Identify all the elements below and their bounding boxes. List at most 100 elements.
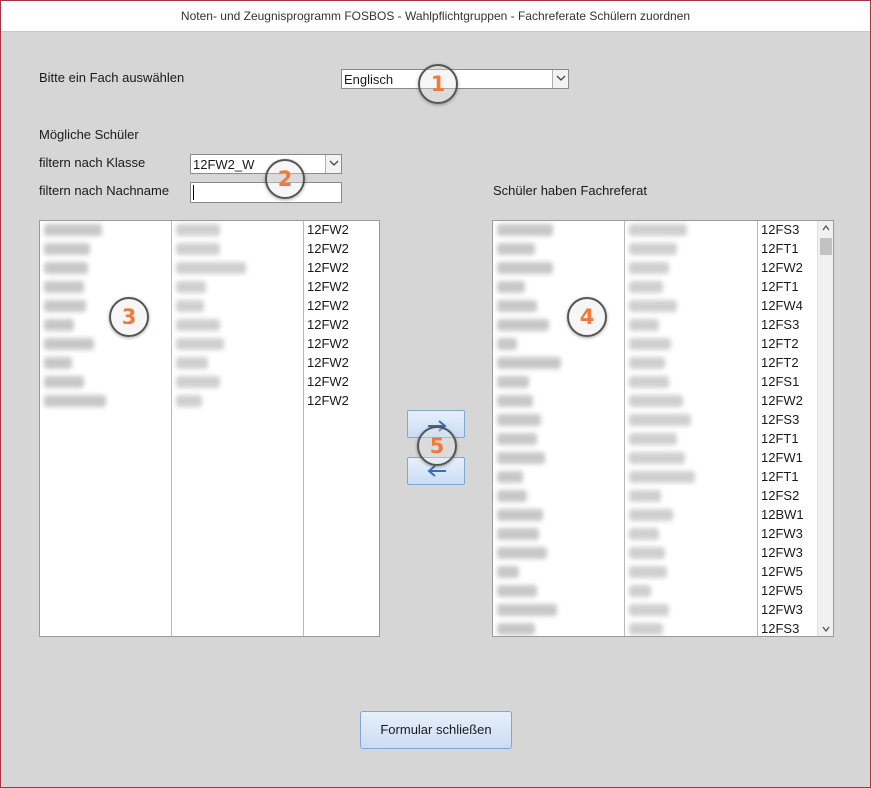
list-row[interactable]: 12FW2 [40, 316, 379, 335]
klasse-cell: 12FT2 [761, 355, 799, 370]
klasse-cell: 12FT1 [761, 469, 799, 484]
vorname-cell-redacted [629, 433, 677, 445]
klasse-cell: 12FW2 [307, 222, 349, 237]
list-row[interactable]: 12FW2 [40, 335, 379, 354]
list-row[interactable]: 12FS3 [493, 620, 833, 636]
klasse-cell: 12FW3 [761, 545, 803, 560]
vorname-cell-redacted [629, 262, 669, 274]
nachname-cell-redacted [497, 395, 533, 407]
nachname-cell-redacted [44, 262, 88, 274]
klasse-cell: 12FW2 [307, 336, 349, 351]
vorname-cell-redacted [629, 281, 663, 293]
nachname-cell-redacted [497, 604, 557, 616]
nachname-cell-redacted [497, 224, 553, 236]
nachname-cell-redacted [497, 319, 549, 331]
nachname-cell-redacted [497, 490, 527, 502]
list-row[interactable]: 12FS3 [493, 316, 833, 335]
nachname-cell-redacted [44, 357, 72, 369]
list-row[interactable]: 12FW5 [493, 563, 833, 582]
vorname-cell-redacted [629, 471, 695, 483]
list-row[interactable]: 12FW2 [493, 392, 833, 411]
vorname-cell-redacted [629, 395, 683, 407]
chevron-down-icon[interactable] [552, 70, 568, 88]
klasse-cell: 12BW1 [761, 507, 804, 522]
vorname-cell-redacted [176, 319, 220, 331]
nachname-cell-redacted [497, 528, 539, 540]
list-row[interactable]: 12FW2 [40, 392, 379, 411]
fach-select-value: Englisch [344, 72, 394, 87]
list-row[interactable]: 12FW3 [493, 525, 833, 544]
list-row[interactable]: 12FW2 [40, 278, 379, 297]
vorname-cell-redacted [629, 604, 669, 616]
chevron-down-icon[interactable] [325, 155, 341, 173]
nachname-cell-redacted [497, 585, 537, 597]
klasse-cell: 12FT1 [761, 431, 799, 446]
nachname-cell-redacted [44, 243, 90, 255]
list-row[interactable]: 12FS2 [493, 487, 833, 506]
nachname-cell-redacted [497, 414, 541, 426]
moegliche-schueler-list[interactable]: 12FW2 12FW2 12FW2 12FW2 12FW2 12FW2 12FW2 12FW2… [39, 220, 380, 637]
nachname-cell-redacted [497, 547, 547, 559]
list-row[interactable]: 12FW2 [40, 373, 379, 392]
list-row[interactable]: 12FW2 [40, 259, 379, 278]
list-row[interactable]: 12FT1 [493, 240, 833, 259]
klasse-cell: 12FW5 [761, 564, 803, 579]
nachname-cell-redacted [497, 376, 529, 388]
list-row[interactable]: 12FW1 [493, 449, 833, 468]
list-row[interactable]: 12FW3 [493, 601, 833, 620]
close-form-button[interactable]: Formular schließen [360, 711, 512, 749]
list-row[interactable]: 12FS1 [493, 373, 833, 392]
vorname-cell-redacted [629, 509, 673, 521]
vorname-cell-redacted [629, 490, 661, 502]
list-row[interactable]: 12FT1 [493, 468, 833, 487]
nachname-cell-redacted [44, 395, 106, 407]
list-row[interactable]: 12FW3 [493, 544, 833, 563]
klasse-cell: 12FW2 [307, 374, 349, 389]
list-row[interactable]: 12FW2 [40, 354, 379, 373]
klasse-cell: 12FS3 [761, 317, 800, 332]
nachname-cell-redacted [497, 452, 545, 464]
nachname-cell-redacted [497, 300, 537, 312]
list-row[interactable]: 12FW2 [40, 221, 379, 240]
vorname-cell-redacted [176, 224, 220, 236]
list-row[interactable]: 12FS3 [493, 411, 833, 430]
klasse-cell: 12FW1 [761, 450, 803, 465]
list-row[interactable]: 12FT2 [493, 335, 833, 354]
list-row[interactable]: 12FW2 [493, 259, 833, 278]
nachname-cell-redacted [497, 262, 553, 274]
vorname-cell-redacted [176, 395, 202, 407]
annotation-badge-5: 5 [417, 426, 457, 466]
moegliche-heading: Mögliche Schüler [39, 127, 139, 142]
list-row[interactable]: 12FS3 [493, 221, 833, 240]
list-row[interactable]: 12FT2 [493, 354, 833, 373]
haben-heading: Schüler haben Fachreferat [493, 183, 647, 198]
list-row[interactable]: 12FW4 [493, 297, 833, 316]
klasse-cell: 12FW3 [761, 602, 803, 617]
list-row[interactable]: 12FW5 [493, 582, 833, 601]
list-row[interactable]: 12FT1 [493, 430, 833, 449]
klasse-cell: 12FT1 [761, 279, 799, 294]
nachname-cell-redacted [44, 338, 94, 350]
klasse-cell: 12FS3 [761, 222, 800, 237]
filter-klasse-label: filtern nach Klasse [39, 155, 146, 170]
nachname-cell-redacted [497, 623, 535, 635]
nachname-cell-redacted [497, 281, 525, 293]
klasse-cell: 12FS3 [761, 412, 800, 427]
vorname-cell-redacted [629, 338, 671, 350]
vorname-cell-redacted [629, 585, 651, 597]
vorname-cell-redacted [629, 528, 659, 540]
nachname-cell-redacted [44, 281, 84, 293]
klasse-cell: 12FW2 [307, 279, 349, 294]
klasse-cell: 12FT1 [761, 241, 799, 256]
fachreferat-schueler-list[interactable]: 12FS3 12FT1 12FW2 12FT1 12FW4 12FS3 12FT2 12FT2… [492, 220, 834, 637]
annotation-badge-3: 3 [109, 297, 149, 337]
nachname-cell-redacted [497, 338, 517, 350]
list-row[interactable]: 12BW1 [493, 506, 833, 525]
klasse-cell: 12FW2 [307, 355, 349, 370]
list-row[interactable]: 12FT1 [493, 278, 833, 297]
klasse-cell: 12FW3 [761, 526, 803, 541]
list-row[interactable]: 12FW2 [40, 297, 379, 316]
window-title: Noten- und Zeugnisprogramm FOSBOS - Wahl… [1, 1, 870, 32]
list-row[interactable]: 12FW2 [40, 240, 379, 259]
nachname-cell-redacted [44, 224, 102, 236]
